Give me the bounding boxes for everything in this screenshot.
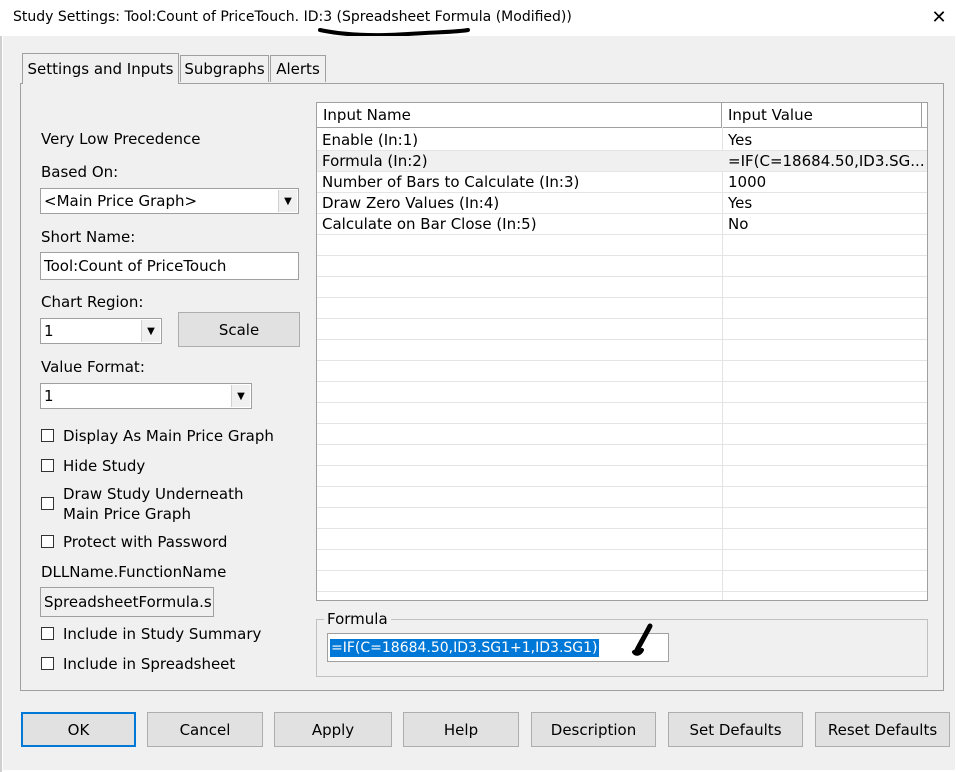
protect-checkbox[interactable] (41, 535, 54, 548)
based-on-label: Based On: (41, 163, 119, 181)
empty-row (317, 256, 927, 277)
short-name-input[interactable]: Tool:Count of PriceTouch (40, 252, 299, 280)
chart-region-value: 1 (44, 322, 54, 340)
value-format-value: 1 (44, 387, 54, 405)
close-icon: ✕ (931, 6, 947, 28)
reset-defaults-button-label: Reset Defaults (827, 720, 938, 739)
dll-value: SpreadsheetFormula.s (44, 593, 212, 611)
input-value-cell[interactable]: Yes (723, 193, 927, 213)
input-name-cell: Calculate on Bar Close (In:5) (322, 215, 537, 233)
short-name-label: Short Name: (41, 228, 136, 246)
display-main-checkbox[interactable] (41, 429, 54, 442)
close-button[interactable]: ✕ (924, 2, 954, 32)
protect-label: Protect with Password (63, 533, 228, 551)
cancel-button[interactable]: Cancel (147, 712, 263, 747)
based-on-dropdown[interactable]: <Main Price Graph> ▼ (40, 188, 299, 214)
draw-underneath-label-2: Main Price Graph (63, 505, 191, 523)
chevron-down-icon[interactable]: ▼ (231, 385, 250, 407)
display-main-label: Display As Main Price Graph (63, 427, 274, 445)
empty-row (317, 550, 927, 571)
help-button[interactable]: Help (403, 712, 519, 747)
empty-row (317, 340, 927, 361)
window-edge (0, 36, 2, 772)
empty-row (317, 298, 927, 319)
table-row[interactable]: Calculate on Bar Close (In:5) No (317, 214, 927, 235)
reset-defaults-button[interactable]: Reset Defaults (815, 712, 950, 747)
empty-row (317, 235, 927, 256)
inputs-grid: Input Name Input Value Enable (In:1) Yes… (316, 102, 928, 601)
scale-button-label: Scale (218, 320, 260, 339)
set-defaults-button-label: Set Defaults (689, 720, 782, 739)
grid-header: Input Name Input Value (317, 103, 927, 128)
input-value-cell[interactable]: =IF(C=18684.50,ID3.SG... (723, 151, 927, 171)
empty-row (317, 277, 927, 298)
empty-row (317, 424, 927, 445)
set-defaults-button[interactable]: Set Defaults (668, 712, 803, 747)
value-format-dropdown[interactable]: 1 ▼ (40, 383, 252, 409)
include-summary-label: Include in Study Summary (63, 625, 262, 643)
based-on-value: <Main Price Graph> (44, 192, 198, 210)
table-row[interactable]: Draw Zero Values (In:4) Yes (317, 193, 927, 214)
input-name-cell: Draw Zero Values (In:4) (322, 194, 500, 212)
header-input-name[interactable]: Input Name (317, 103, 722, 127)
input-value-cell[interactable]: Yes (723, 130, 927, 150)
empty-row (317, 571, 927, 592)
empty-row (317, 382, 927, 403)
hide-study-label: Hide Study (63, 457, 146, 475)
chevron-down-icon[interactable]: ▼ (278, 190, 297, 212)
cancel-button-label: Cancel (179, 720, 231, 739)
include-spreadsheet-checkbox[interactable] (41, 657, 54, 670)
ok-button[interactable]: OK (21, 712, 136, 747)
input-value-cell[interactable]: 1000 (723, 172, 927, 192)
tab-settings-and-inputs[interactable]: Settings and Inputs (22, 53, 179, 84)
empty-row (317, 403, 927, 424)
header-input-value[interactable]: Input Value (722, 103, 922, 127)
window-title: Study Settings: Tool:Count of PriceTouch… (13, 9, 572, 25)
empty-row (317, 508, 927, 529)
draw-underneath-label-1: Draw Study Underneath (63, 485, 244, 503)
dll-label: DLLName.FunctionName (41, 563, 227, 581)
tab-label: Settings and Inputs (27, 60, 174, 78)
tab-subgraphs[interactable]: Subgraphs (180, 55, 269, 82)
checkmark-annotation-icon (632, 623, 653, 656)
draw-underneath-checkbox[interactable] (41, 497, 54, 510)
formula-selected-text: =IF(C=18684.50,ID3.SG1+1,ID3.SG1) (330, 638, 599, 657)
empty-row (317, 445, 927, 466)
empty-row (317, 487, 927, 508)
ok-button-label: OK (67, 720, 90, 739)
description-button-label: Description (550, 720, 637, 739)
empty-row (317, 361, 927, 382)
chevron-down-icon[interactable]: ▼ (141, 320, 160, 342)
apply-button[interactable]: Apply (274, 712, 392, 747)
chart-region-dropdown[interactable]: 1 ▼ (40, 318, 162, 344)
precedence-label: Very Low Precedence (41, 130, 201, 148)
input-name-cell: Number of Bars to Calculate (In:3) (322, 173, 580, 191)
short-name-value: Tool:Count of PriceTouch (44, 257, 227, 275)
include-spreadsheet-label: Include in Spreadsheet (63, 655, 236, 673)
tab-alerts[interactable]: Alerts (270, 55, 326, 82)
table-row[interactable]: Formula (In:2) =IF(C=18684.50,ID3.SG... (317, 151, 927, 172)
input-value-cell[interactable]: No (723, 214, 927, 234)
formula-group-label: Formula (324, 610, 391, 628)
table-row[interactable]: Enable (In:1) Yes (317, 130, 927, 151)
apply-button-label: Apply (311, 720, 355, 739)
dll-field: SpreadsheetFormula.s (40, 587, 214, 617)
empty-row (317, 319, 927, 340)
include-summary-checkbox[interactable] (41, 627, 54, 640)
empty-row (317, 529, 927, 550)
table-row[interactable]: Number of Bars to Calculate (In:3) 1000 (317, 172, 927, 193)
description-button[interactable]: Description (531, 712, 656, 747)
help-button-label: Help (443, 720, 479, 739)
chart-region-label: Chart Region: (41, 293, 144, 311)
scale-button[interactable]: Scale (178, 312, 300, 347)
tab-label: Alerts (276, 60, 320, 78)
value-format-label: Value Format: (41, 358, 145, 376)
input-name-cell: Enable (In:1) (322, 131, 419, 149)
tab-label: Subgraphs (184, 60, 265, 78)
input-name-cell: Formula (In:2) (322, 152, 428, 170)
formula-input[interactable]: =IF(C=18684.50,ID3.SG1+1,ID3.SG1) (327, 633, 669, 662)
empty-row (317, 466, 927, 487)
hide-study-checkbox[interactable] (41, 459, 54, 472)
